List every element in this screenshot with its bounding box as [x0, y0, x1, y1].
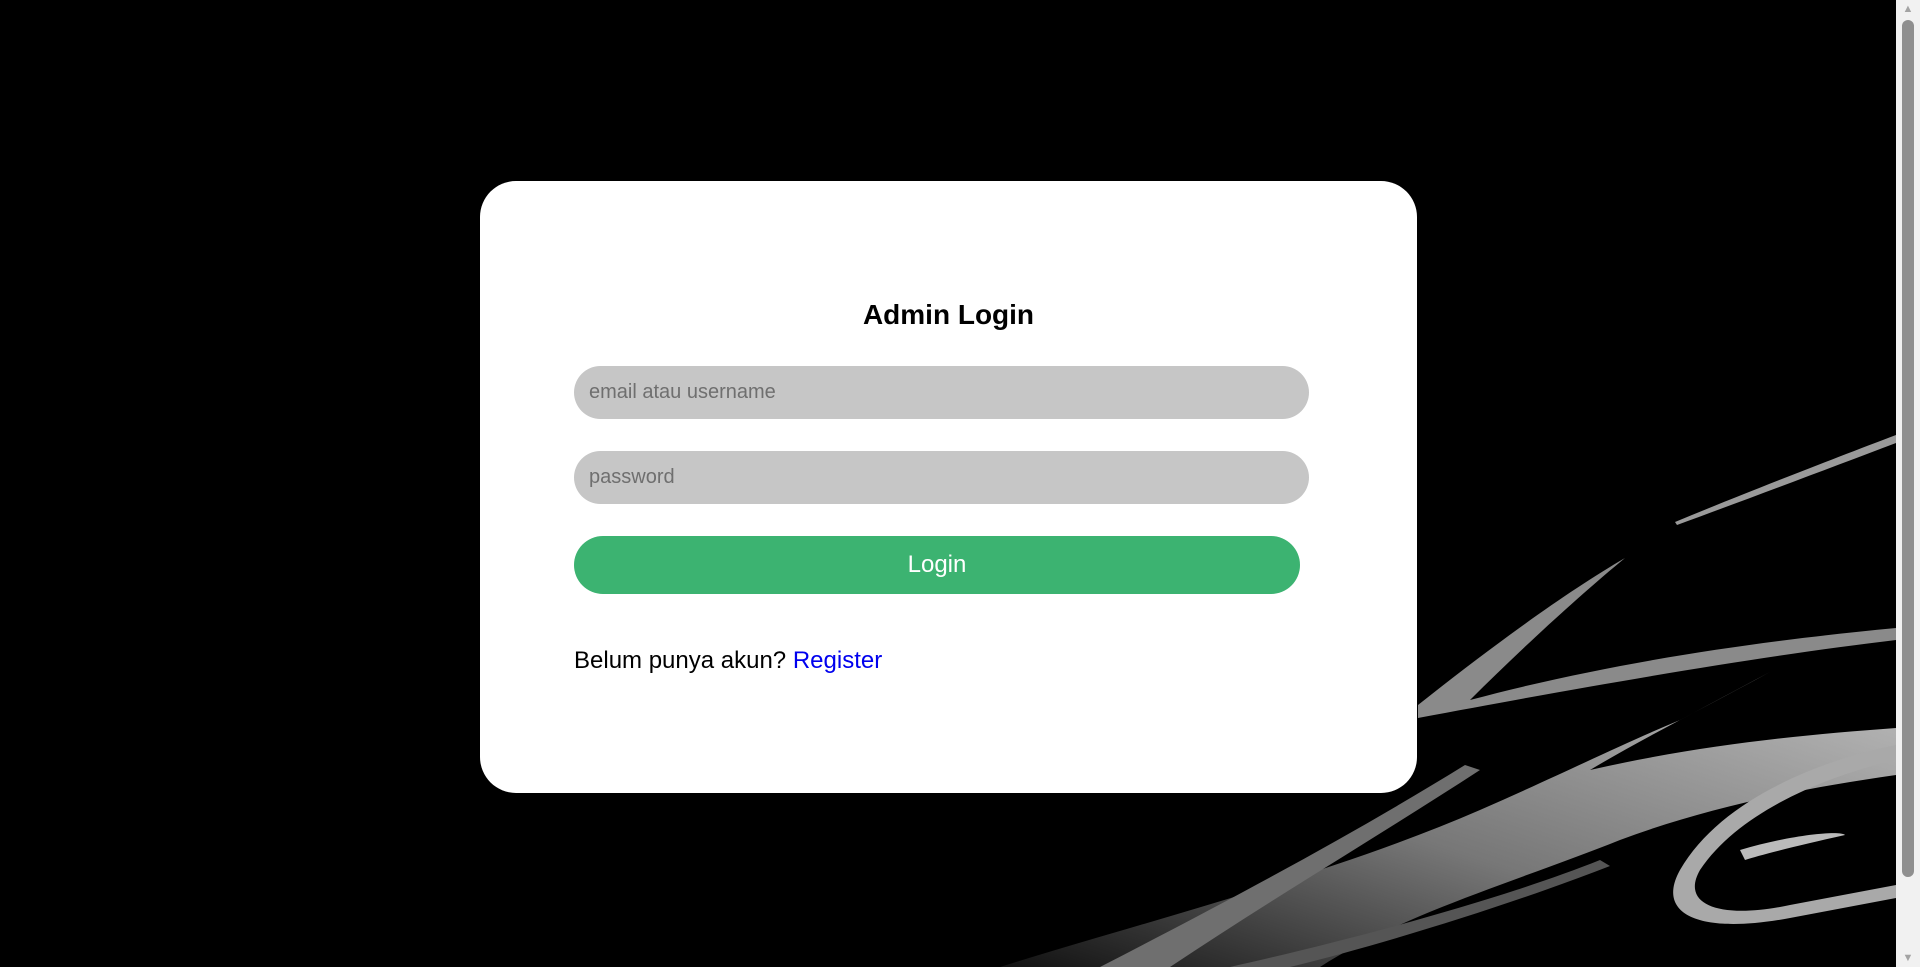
page: Admin Login Login Belum punya akun? Regi…: [0, 0, 1920, 967]
login-card: Admin Login Login Belum punya akun? Regi…: [480, 181, 1417, 793]
register-link[interactable]: Register: [793, 647, 882, 674]
scroll-down-arrow-icon[interactable]: ▼: [1896, 949, 1920, 967]
login-title: Admin Login: [862, 299, 1035, 330]
register-prompt-line: Belum punya akun? Register: [574, 647, 882, 675]
scroll-up-arrow-icon[interactable]: ▲: [1896, 0, 1920, 18]
email-username-input[interactable]: [574, 366, 1309, 419]
vertical-scrollbar[interactable]: ▲ ▼: [1896, 0, 1920, 967]
scrollbar-thumb[interactable]: [1902, 20, 1914, 877]
login-button[interactable]: Login: [574, 536, 1300, 594]
register-prompt-text: Belum punya akun?: [574, 647, 787, 674]
password-input[interactable]: [574, 451, 1309, 504]
